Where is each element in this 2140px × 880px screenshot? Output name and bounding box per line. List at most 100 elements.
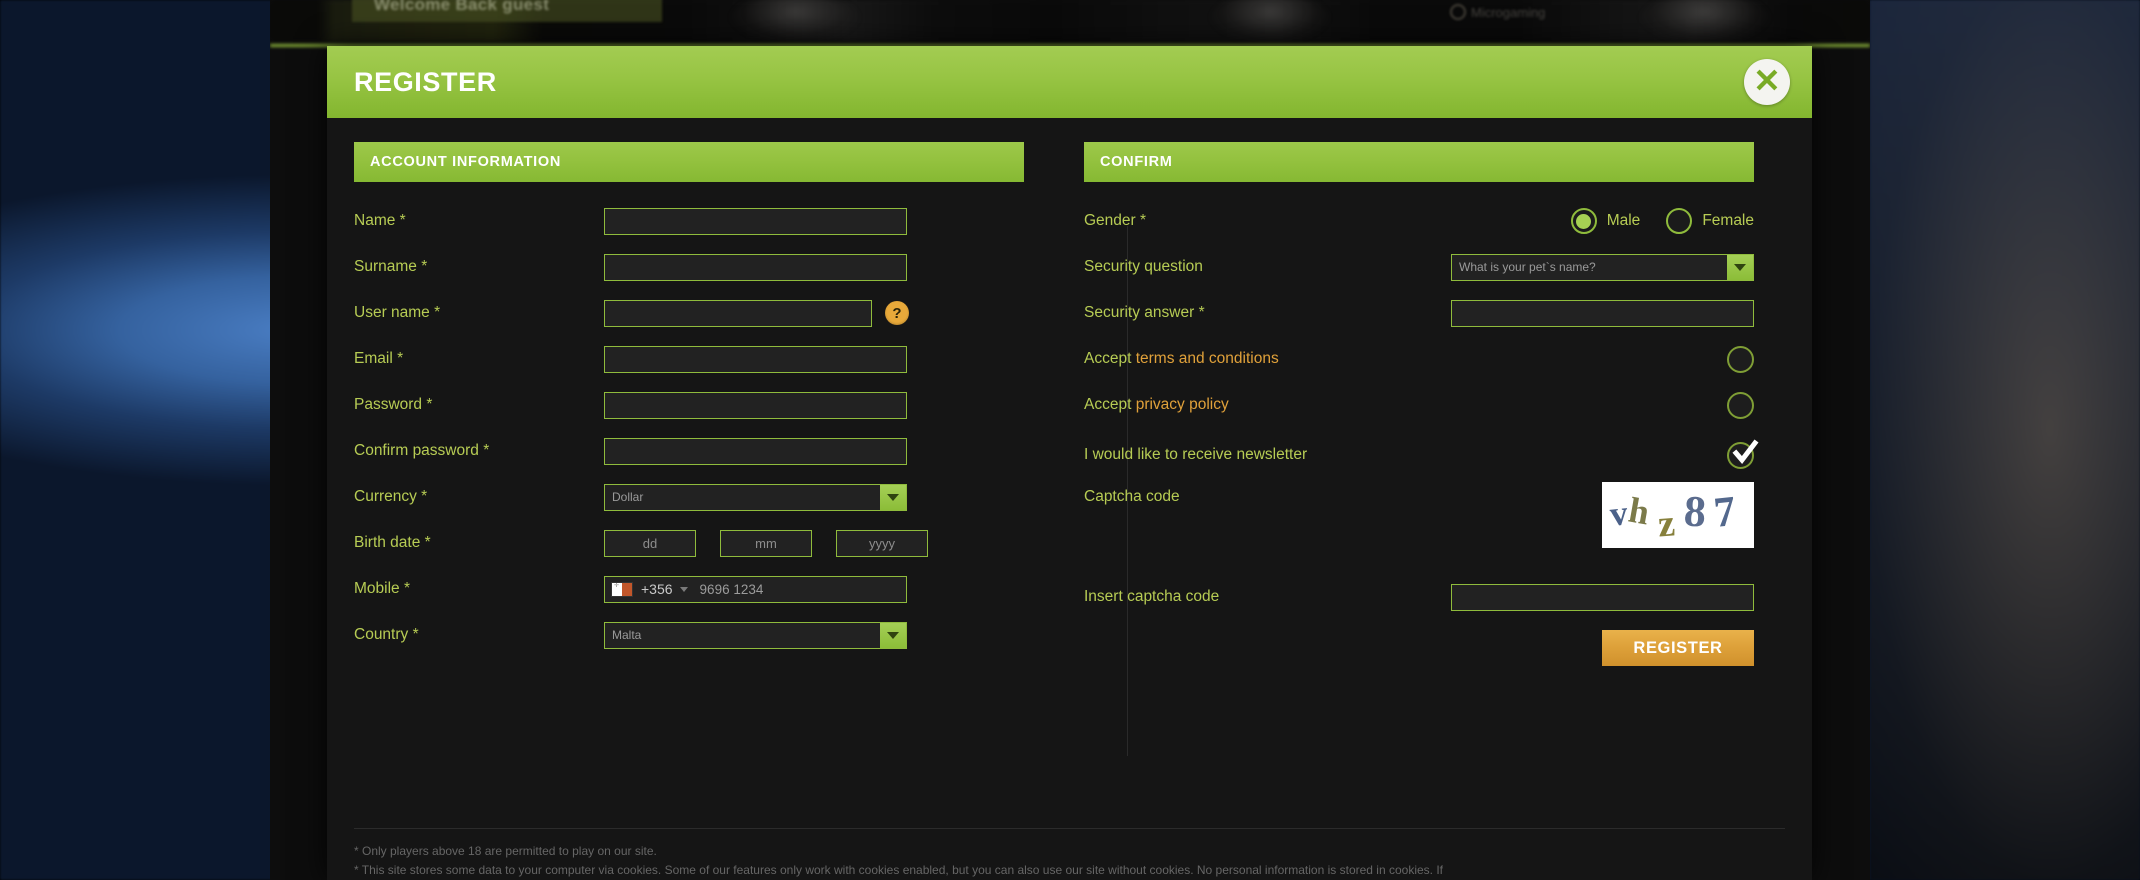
insert-captcha-field-area [1334, 583, 1754, 611]
email-label: Email * [354, 350, 404, 367]
username-field-area: ? [604, 299, 1024, 327]
row-country: Country * Malta [354, 612, 1024, 658]
birth-month-input[interactable] [720, 529, 812, 557]
row-password: Password * [354, 382, 1024, 428]
confirm-password-label: Confirm password * [354, 442, 490, 459]
confirm-header: CONFIRM [1084, 142, 1754, 182]
accept-terms-prefix: Accept [1084, 350, 1136, 367]
row-surname: Surname * [354, 244, 1024, 290]
register-modal: REGISTER ✕ ACCOUNT INFORMATION Name * Su… [327, 46, 1812, 880]
gender-female-label: Female [1702, 212, 1754, 229]
username-label: User name * [354, 304, 441, 321]
newsletter-field-area [1414, 438, 1759, 469]
mobile-label: Mobile * [354, 580, 410, 597]
row-confirm-password: Confirm password * [354, 428, 1024, 474]
blurred-site-background-right [1870, 0, 2140, 880]
modal-footer: * Only players above 18 are permitted to… [354, 816, 1785, 880]
name-field-area [604, 207, 1024, 235]
radio-dot [1576, 213, 1592, 229]
captcha-char-4: 8 [1682, 486, 1708, 537]
username-input[interactable] [604, 299, 872, 327]
privacy-policy-link[interactable]: privacy policy [1136, 396, 1229, 413]
register-button-area: REGISTER [1334, 630, 1754, 666]
birth-year-input[interactable] [836, 529, 928, 557]
email-field-area [604, 345, 1024, 373]
microgaming-ring-icon [1450, 4, 1466, 20]
country-code-chevron-down-icon[interactable] [679, 586, 688, 592]
help-icon[interactable]: ? [885, 301, 909, 325]
gender-label: Gender * [1084, 212, 1147, 229]
mobile-dial-code: +356 [641, 581, 673, 597]
register-button[interactable]: REGISTER [1602, 630, 1754, 666]
country-label: Country * [354, 626, 419, 643]
row-captcha: Captcha code v h z 8 7 [1084, 482, 1754, 574]
background-figure-center [1210, 0, 1330, 44]
microgaming-logo: Microgaming [1450, 4, 1545, 20]
confirm-password-input[interactable] [604, 437, 907, 465]
surname-label: Surname * [354, 258, 428, 275]
email-input[interactable] [604, 345, 907, 373]
insert-captcha-input[interactable] [1451, 583, 1754, 611]
accept-privacy-prefix: Accept [1084, 396, 1136, 413]
chevron-down-icon[interactable] [880, 484, 906, 510]
captcha-char-2: h [1625, 489, 1653, 533]
security-answer-input[interactable] [1451, 299, 1754, 327]
terms-and-conditions-link[interactable]: terms and conditions [1136, 350, 1279, 367]
welcome-back-text: Welcome Back guest [374, 0, 550, 14]
accept-terms-checkbox[interactable] [1727, 345, 1754, 373]
check-icon [1732, 438, 1759, 464]
password-label: Password * [354, 396, 433, 413]
insert-captcha-label: Insert captcha code [1084, 588, 1220, 605]
chevron-down-icon[interactable] [1727, 254, 1753, 280]
currency-label: Currency * [354, 488, 428, 505]
captcha-image[interactable]: v h z 8 7 [1602, 482, 1754, 548]
name-label: Name * [354, 212, 406, 229]
gender-female-radio[interactable] [1666, 208, 1693, 234]
accept-privacy-checkbox[interactable] [1727, 391, 1754, 419]
close-glyph: ✕ [1753, 62, 1781, 99]
newsletter-checkbox[interactable] [1727, 438, 1759, 469]
row-email: Email * [354, 336, 1024, 382]
mobile-input-group: ✛ +356 [604, 575, 907, 603]
row-security-question: Security question What is your pet`s nam… [1084, 244, 1754, 290]
row-newsletter: I would like to receive newsletter [1084, 428, 1759, 482]
row-username: User name * ? [354, 290, 1024, 336]
gender-field-area: Male Female [1334, 208, 1754, 234]
gender-radio-group: Male Female [1334, 208, 1754, 234]
newsletter-label: I would like to receive newsletter [1084, 446, 1308, 463]
row-mobile: Mobile * ✛ +356 [354, 566, 1024, 612]
row-name: Name * [354, 198, 1024, 244]
gender-male-label: Male [1606, 212, 1641, 229]
security-question-field-area: What is your pet`s name? [1334, 253, 1754, 281]
chevron-down-icon[interactable] [880, 622, 906, 648]
accept-terms-field-area [1334, 345, 1754, 373]
row-security-answer: Security answer * [1084, 290, 1754, 336]
row-currency: Currency * Dollar [354, 474, 1024, 520]
security-answer-label: Security answer * [1084, 304, 1205, 321]
country-select[interactable]: Malta [604, 621, 907, 649]
microgaming-logo-text: Microgaming [1471, 5, 1546, 20]
close-icon[interactable]: ✕ [1744, 59, 1790, 105]
captcha-char-3: z [1656, 502, 1677, 546]
name-input[interactable] [604, 207, 907, 235]
footer-cookie-notice: * This site stores some data to your com… [354, 863, 1443, 877]
currency-select[interactable]: Dollar [604, 483, 907, 511]
background-figure-left [730, 0, 860, 44]
accept-privacy-field-area [1334, 391, 1754, 419]
mobile-number-input[interactable] [699, 581, 906, 597]
captcha-char-5: 7 [1711, 488, 1738, 537]
background-figure-right [1640, 0, 1770, 44]
malta-flag-icon: ✛ [611, 581, 633, 597]
surname-input[interactable] [604, 253, 907, 281]
password-input[interactable] [604, 391, 907, 419]
country-selected-value: Malta [612, 628, 642, 642]
security-question-select[interactable]: What is your pet`s name? [1451, 253, 1754, 281]
footer-divider [354, 828, 1785, 829]
birth-day-input[interactable] [604, 529, 696, 557]
gender-male-radio[interactable] [1570, 208, 1597, 234]
security-question-label: Security question [1084, 258, 1203, 275]
row-accept-privacy: Accept privacy policy [1084, 382, 1754, 428]
confirm-column: CONFIRM Gender * Male Female Security qu… [1084, 142, 1759, 676]
accept-privacy-label: Accept privacy policy [1084, 396, 1334, 414]
password-field-area [604, 391, 1024, 419]
